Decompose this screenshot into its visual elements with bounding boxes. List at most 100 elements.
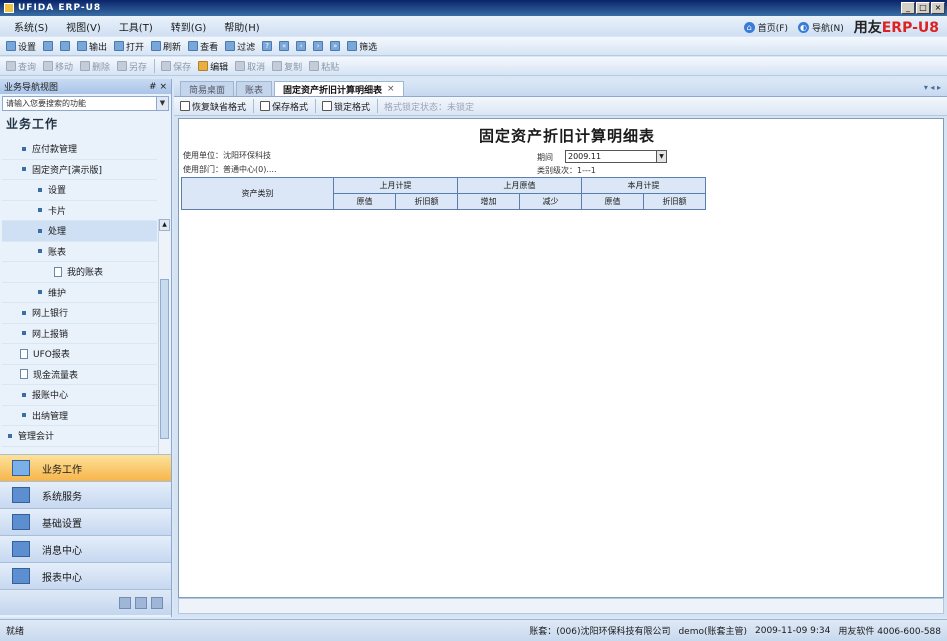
function-search-input[interactable]: 请输入您要搜索的功能 ▼ [2,96,169,111]
nav-message-center[interactable]: 消息中心 [0,535,171,562]
tree-item-reports[interactable]: 账表 [2,242,157,262]
close-tab-icon[interactable]: × [387,84,395,94]
title-bar: UFIDA ERP-U8 _ □ × [0,0,947,16]
tree-item-management-accounting[interactable]: 管理会计 [2,426,157,447]
tree-item-fixed-assets[interactable]: 固定资产[演示版] [2,160,157,180]
header-category[interactable]: 资产类别 [181,177,334,210]
header-group-2[interactable]: 上月原值 [457,177,582,194]
header-cell[interactable]: 原值 [581,193,644,210]
section-title: 业务工作 [6,116,59,131]
maximize-button[interactable]: □ [916,2,930,14]
header-cell[interactable]: 原值 [333,193,396,210]
report-unit: 使用单位：沈阳环保科技 [183,151,271,160]
tree-item-settings[interactable]: 设置 [2,180,157,201]
copy-button[interactable]: 复制 [272,60,302,73]
document-icon [20,348,28,359]
status-datetime: 2009-11-09 9:34 [755,625,831,636]
tab-navigation[interactable]: ▾ ◂ ▸ [924,83,941,92]
menu-view[interactable]: 视图(V) [66,19,101,34]
next-icon: › [313,41,324,51]
status-ready: 就绪 [6,627,25,637]
tree-item-online-bank[interactable]: 网上银行 [2,303,157,324]
header-cell[interactable]: 折旧额 [643,193,706,210]
prev-button[interactable]: ‹ [296,41,307,51]
locate-button[interactable]: 筛选 [347,40,377,53]
header-cell[interactable]: 减少 [519,193,582,210]
nav-system-service[interactable]: 系统服务 [0,481,171,508]
report-grid: 资产类别 上月计提 上月原值 本月计提 原值 折旧额 增加 减少 原值 折旧额 [181,177,706,210]
horizontal-scrollbar[interactable] [178,598,944,614]
close-button[interactable]: × [931,2,945,14]
cancel-button[interactable]: 取消 [235,60,265,73]
last-button[interactable]: » [330,41,341,51]
nav-business-work[interactable]: 业务工作 [0,454,171,481]
nav-basic-settings[interactable]: 基础设置 [0,508,171,535]
tree-item-my-reports[interactable]: 我的账表 [2,262,157,283]
menu-goto[interactable]: 转到(G) [171,19,207,34]
save-as-button[interactable]: 另存 [117,60,147,73]
tree-item-maintain[interactable]: 维护 [2,283,157,303]
scroll-up-icon[interactable]: ▲ [159,219,170,231]
settings-button[interactable]: 设置 [6,40,36,53]
first-button[interactable]: « [279,41,290,51]
tab-simple-desktop[interactable]: 简易桌面 [180,81,235,96]
query-button[interactable]: 查询 [6,60,36,73]
filter-button[interactable]: 过滤 [225,40,255,53]
print-icon [43,41,54,51]
period-select[interactable]: 2009.11 ▼ [565,150,667,163]
document-icon [20,369,28,380]
header-cell[interactable]: 增加 [457,193,520,210]
open-button[interactable]: 打开 [114,40,144,53]
layout-icon[interactable] [135,596,147,609]
tree-item-cashier[interactable]: 出纳管理 [2,406,157,426]
lock-format-button[interactable]: 锁定格式 [322,100,370,113]
help-button[interactable]: ? [262,41,273,51]
print-button[interactable] [43,41,54,51]
sidebar-title: 业务导航视图 # × [0,79,171,94]
restore-default-format-button[interactable]: 恢复缺省格式 [180,100,246,113]
tree-item-process[interactable]: 处理 [2,221,157,242]
tab-depreciation-detail[interactable]: 固定资产折旧计算明细表 × [274,81,404,96]
chevron-down-icon[interactable]: ▼ [656,151,666,162]
save-format-button[interactable]: 保存格式 [260,100,308,113]
locate-icon [347,41,358,51]
edit-toolbar: 查询 移动 删除 另存 保存 编辑 取消 复制 粘贴 [0,57,947,76]
last-icon: » [330,41,341,51]
output-button[interactable]: 输出 [77,40,107,53]
tree-item-card[interactable]: 卡片 [2,201,157,221]
tree-item-ap[interactable]: 应付款管理 [2,139,157,160]
main-toolbar: 设置 输出 打开 刷新 查看 过滤 ? « ‹ › » 筛选 [0,37,947,56]
move-button[interactable]: 移动 [43,60,73,73]
tree-item-expense-center[interactable]: 报账中心 [2,385,157,406]
status-user: demo(账套主管) [678,627,747,637]
more-icon[interactable] [151,596,163,609]
delete-button[interactable]: 删除 [80,60,110,73]
nav-report-center[interactable]: 报表中心 [0,562,171,589]
configure-icon[interactable] [119,596,131,609]
paste-button[interactable]: 粘贴 [309,60,339,73]
refresh-button[interactable]: 刷新 [151,40,181,53]
nav-link[interactable]: ◐ 导航(N) [797,21,844,34]
main-content: 简易桌面 账表 固定资产折旧计算明细表 × ▾ ◂ ▸ 恢复缺省格式 保存格式 锁… [174,79,947,617]
menu-tools[interactable]: 工具(T) [119,19,153,34]
tree-item-cashflow[interactable]: 现金流量表 [2,365,157,385]
tree-item-ufo[interactable]: UFO报表 [2,344,157,365]
preview-button[interactable] [60,41,71,51]
menu-help[interactable]: 帮助(H) [224,19,259,34]
minimize-button[interactable]: _ [901,2,915,14]
scroll-thumb[interactable] [160,279,169,439]
header-cell[interactable]: 折旧额 [395,193,458,210]
menu-system[interactable]: 系统(S) [14,19,48,34]
next-button[interactable]: › [313,41,324,51]
settings-icon [6,41,16,51]
home-link[interactable]: ⌂ 首页(F) [743,21,788,34]
edit-button[interactable]: 编辑 [198,60,228,73]
tree-item-online-expense[interactable]: 网上报销 [2,324,157,344]
save-button[interactable]: 保存 [161,60,191,73]
header-group-3[interactable]: 本月计提 [581,177,706,194]
tab-reports[interactable]: 账表 [236,81,273,96]
header-group-1[interactable]: 上月计提 [333,177,458,194]
chevron-down-icon[interactable]: ▼ [156,97,168,110]
view-button[interactable]: 查看 [188,40,218,53]
pin-close-icon[interactable]: # × [149,82,167,92]
